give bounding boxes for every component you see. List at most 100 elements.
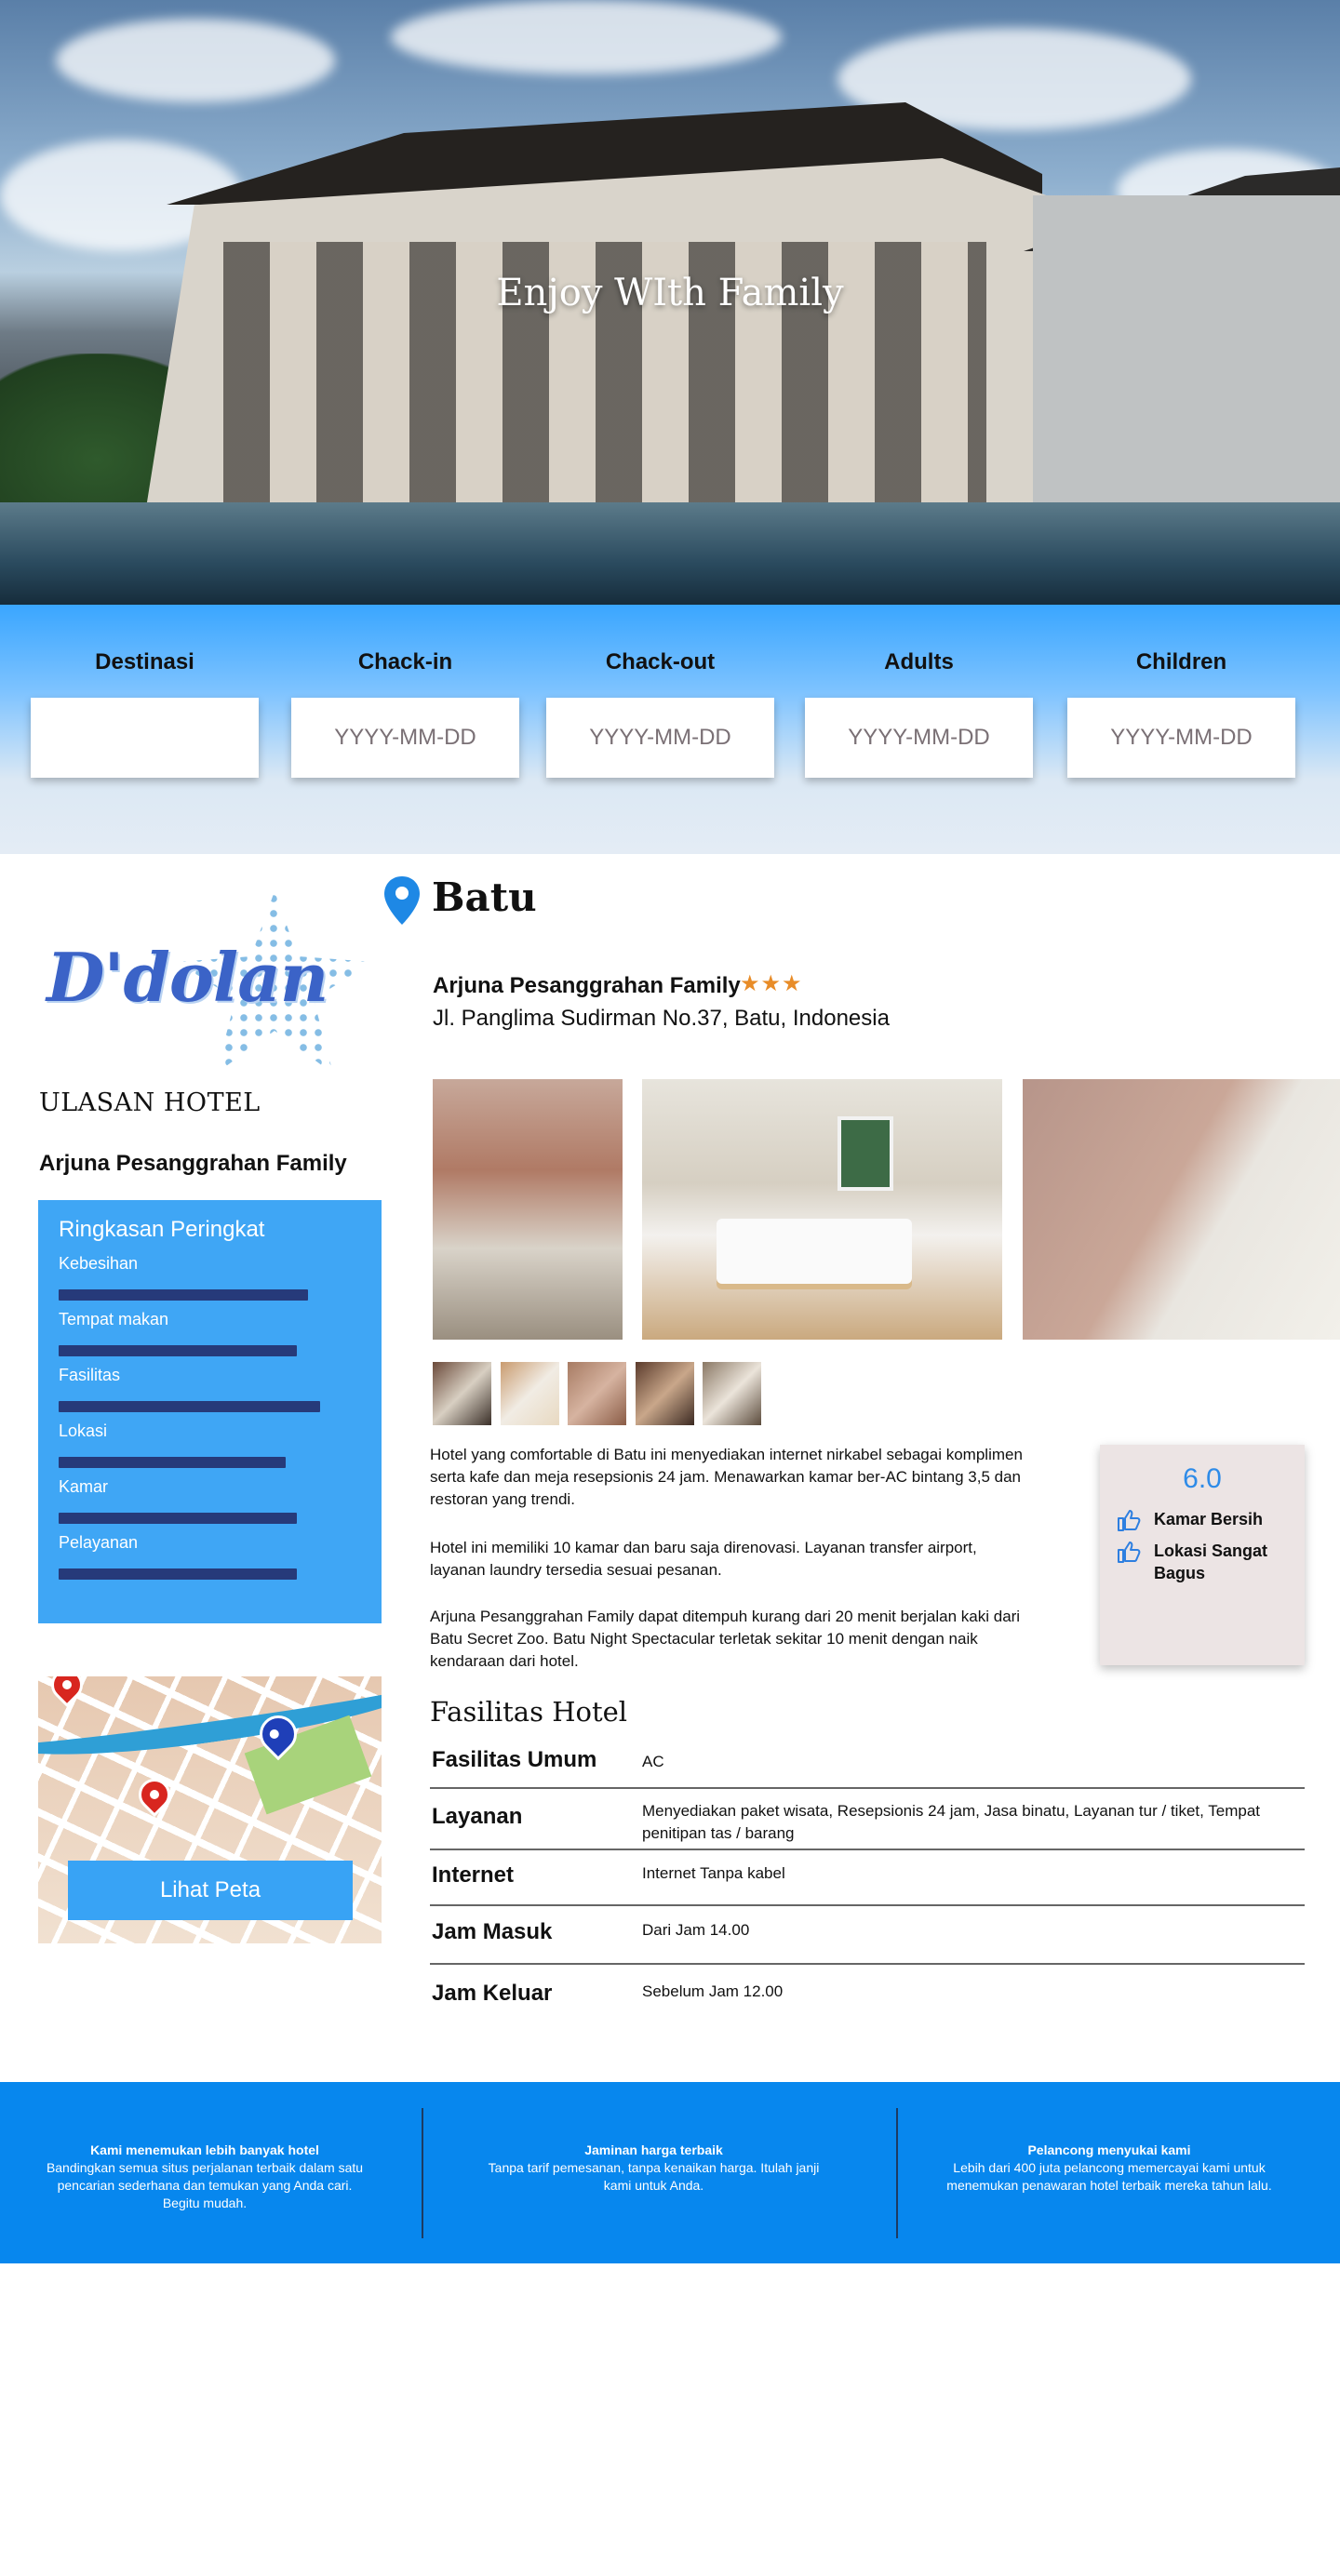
review-pro: Kamar Bersih [1117, 1508, 1288, 1531]
room-bed [717, 1219, 912, 1284]
facility-key: Jam Keluar [432, 1981, 553, 2006]
rating-row-facilities: Fasilitas [59, 1366, 361, 1421]
hotel-photo-room[interactable] [642, 1079, 1002, 1340]
rating-label: Kebesihan [59, 1254, 139, 1273]
facility-key: Jam Masuk [432, 1919, 553, 1944]
rating-label: Kamar [59, 1477, 109, 1496]
side-building [1033, 195, 1340, 530]
footer: Kami menemukan lebih banyak hotel Bandin… [0, 2082, 1340, 2263]
divider [430, 1963, 1305, 1965]
footer-column-text: Tanpa tarif pemesanan, tanpa kenaikan ha… [488, 2160, 820, 2193]
facility-value: Dari Jam 14.00 [642, 1921, 750, 1939]
rating-summary-title: Ringkasan Peringkat [59, 1217, 265, 1242]
hotel-address: Jl. Panglima Sudirman No.37, Batu, Indon… [433, 1006, 890, 1031]
rating-row-dining: Tempat makan [59, 1310, 361, 1366]
divider [430, 1904, 1305, 1906]
footer-column-text: Bandingkan semua situs perjalanan terbai… [46, 2160, 364, 2210]
thumbnail[interactable] [433, 1362, 491, 1425]
footer-column-title: Pelancong menyukai kami [1027, 2142, 1191, 2157]
facility-value: Menyediakan paket wisata, Resepsionis 24… [642, 1802, 1261, 1842]
hero-banner: Enjoy WIth Family [0, 0, 1340, 605]
map-preview[interactable]: Lihat Peta [38, 1676, 382, 1943]
cloud [56, 19, 335, 102]
checkin-field: Chack-in [291, 649, 519, 778]
facility-value: AC [642, 1753, 664, 1770]
description-paragraph: Hotel ini memiliki 10 kamar dan baru saj… [430, 1539, 977, 1579]
divider [430, 1849, 1305, 1850]
site-logo[interactable]: D'dolan [37, 891, 372, 1077]
star-rating: ★★★ [740, 971, 803, 996]
destination-field: Destinasi [31, 649, 259, 778]
children-label: Children [1135, 649, 1227, 674]
thumbs-up-icon [1118, 1510, 1141, 1531]
footer-column: Kami menemukan lebih banyak hotel Bandin… [39, 2142, 370, 2212]
facility-value: Internet Tanpa kabel [642, 1864, 785, 1882]
map-pin-icon [44, 1676, 90, 1708]
footer-column: Pelancong menyukai kami Lebih dari 400 j… [938, 2142, 1280, 2195]
facility-key: Internet [432, 1862, 515, 1888]
cloud [391, 0, 782, 74]
divider [430, 1787, 1305, 1789]
rating-label: Pelayanan [59, 1533, 139, 1552]
thumbnail[interactable] [568, 1362, 626, 1425]
checkout-input[interactable] [546, 698, 774, 778]
rating-bar [59, 1513, 297, 1524]
adults-field: Adults [805, 649, 1033, 778]
children-field: Children [1067, 649, 1295, 778]
rating-row-room: Kamar [59, 1477, 361, 1533]
rating-summary: Ringkasan Peringkat Kebesihan Tempat mak… [38, 1200, 382, 1623]
rating-row-cleanliness: Kebesihan [59, 1254, 361, 1310]
review-score: 6.0 [1183, 1463, 1222, 1494]
review-pro-text: Lokasi Sangat Bagus [1154, 1542, 1268, 1582]
rating-bar [59, 1345, 297, 1356]
description-paragraph: Arjuna Pesanggrahan Family dapat ditempu… [430, 1608, 1021, 1670]
view-map-button[interactable]: Lihat Peta [68, 1861, 353, 1920]
location-pin-icon [384, 876, 420, 925]
footer-column: Jaminan harga terbaik Tanpa tarif pemesa… [479, 2142, 828, 2195]
swimming-pool [0, 502, 1340, 605]
review-score-card: 6.0 Kamar Bersih Lokasi Sangat Bagus [1100, 1445, 1305, 1665]
rating-bar [59, 1401, 320, 1412]
logo-text: D'dolan [47, 938, 328, 1017]
rating-label: Lokasi [59, 1421, 108, 1440]
rating-label: Tempat makan [59, 1310, 169, 1328]
footer-divider [422, 2108, 423, 2238]
footer-column-title: Jaminan harga terbaik [584, 2142, 723, 2157]
map-pin-icon [131, 1771, 178, 1818]
adults-input[interactable] [805, 698, 1033, 778]
review-section-title: ULASAN HOTEL [39, 1088, 261, 1117]
review-pro-text: Kamar Bersih [1154, 1510, 1264, 1528]
rating-label: Fasilitas [59, 1366, 121, 1384]
rating-bar [59, 1289, 308, 1301]
rating-bar [59, 1568, 297, 1580]
rating-bar [59, 1457, 286, 1468]
children-input[interactable] [1067, 698, 1295, 778]
hotel-photo-exterior[interactable] [433, 1079, 623, 1340]
facilities-title: Fasilitas Hotel [430, 1696, 628, 1728]
hotel-title: Arjuna Pesanggrahan Family [433, 973, 741, 998]
city-title: Batu [432, 874, 537, 920]
thumbnail[interactable] [501, 1362, 559, 1425]
rating-row-location: Lokasi [59, 1421, 361, 1477]
footer-divider [896, 2108, 898, 2238]
checkin-input[interactable] [291, 698, 519, 778]
hero-title: Enjoy WIth Family [496, 272, 844, 314]
facility-key: Layanan [432, 1804, 523, 1829]
room-window [838, 1116, 893, 1191]
thumbs-up-icon [1118, 1542, 1141, 1563]
rating-row-service: Pelayanan [59, 1533, 361, 1589]
footer-column-title: Kami menemukan lebih banyak hotel [90, 2142, 319, 2157]
sidebar-hotel-name: Arjuna Pesanggrahan Family [39, 1151, 347, 1176]
thumbnail[interactable] [636, 1362, 694, 1425]
destination-input[interactable] [31, 698, 259, 778]
checkout-label: Chack-out [605, 649, 716, 674]
footer-column-text: Lebih dari 400 juta pelancong memercayai… [946, 2160, 1272, 2193]
checkin-label: Chack-in [357, 649, 453, 674]
thumbnail[interactable] [703, 1362, 761, 1425]
hotel-photo-walkway[interactable] [1023, 1079, 1340, 1340]
review-pro: Lokasi Sangat Bagus [1117, 1540, 1288, 1584]
checkout-field: Chack-out [546, 649, 774, 778]
adults-label: Adults [884, 649, 954, 674]
facility-key: Fasilitas Umum [432, 1747, 597, 1772]
description-paragraph: Hotel yang comfortable di Batu ini menye… [430, 1446, 1023, 1508]
